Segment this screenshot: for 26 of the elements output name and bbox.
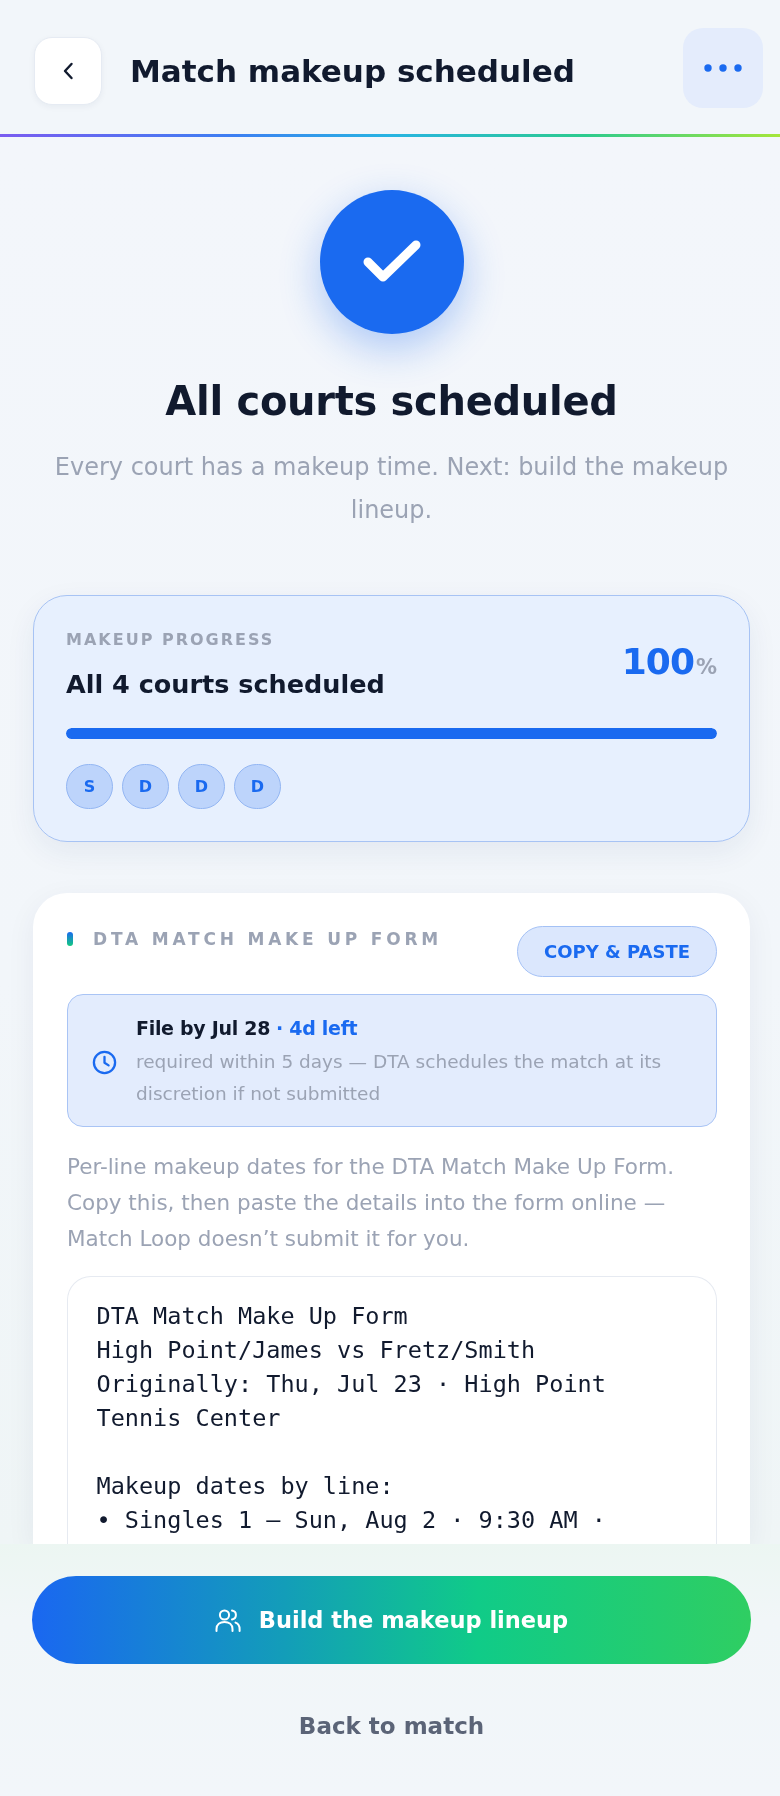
chevron-left-icon (62, 62, 74, 80)
progress-title: All 4 courts scheduled (66, 668, 385, 701)
hero-title: All courts scheduled (165, 377, 618, 426)
more-icon (704, 64, 742, 72)
clock-icon (92, 1050, 117, 1075)
progress-percent: 100 (621, 642, 694, 682)
percent-sign: % (695, 654, 717, 681)
court-chip: S (66, 764, 113, 809)
copy-paste-button[interactable]: COPY & PASTE (517, 926, 717, 977)
form-title: DTA MATCH MAKE UP FORM (93, 928, 443, 951)
deadline-note: required within 5 days — DTA schedules the match at its discretion if not submitted (136, 1050, 663, 1106)
form-description: Per-line makeup dates for the DTA Match Make Up Form. Copy this, then paste the details into the form online — Match Loop doesn’t submit it for you. (67, 1153, 676, 1253)
deadline-title: File by Jul 28 (136, 1016, 271, 1041)
hero-subtitle: Every court has a makeup time. Next: build the makeup lineup. (53, 452, 730, 526)
deadline-remaining: · 4d left (276, 1016, 358, 1041)
build-lineup-button[interactable]: Build the makeup lineup (32, 1576, 751, 1664)
court-chip: D (234, 764, 281, 809)
court-chip: D (122, 764, 169, 809)
people-icon (214, 1607, 241, 1633)
form-text: DTA Match Make Up Form High Point/James vs Fretz/Smith Originally: Thu, Jul 23 · High Point Tennis Center Makeup dates by line: • Singles 1 — Sun, Aug 2 · 9:30 AM · (96, 1301, 607, 1536)
progress-label: MAKEUP PROGRESS (66, 630, 276, 650)
court-chip: D (178, 764, 225, 809)
more-button[interactable] (683, 28, 763, 108)
back-to-match-link[interactable]: Back to match (298, 1706, 485, 1746)
marker-icon (67, 932, 73, 946)
page-title: Match makeup scheduled (130, 52, 576, 91)
